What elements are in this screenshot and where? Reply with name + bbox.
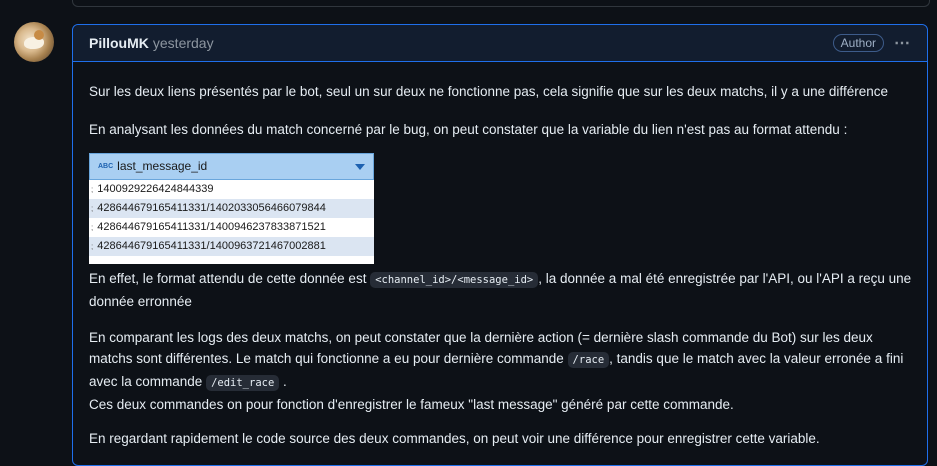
avatar[interactable] [14, 22, 54, 62]
avatar-shape [34, 30, 44, 40]
timestamp[interactable]: yesterday [153, 35, 214, 51]
table-row: ; 428644679165411331/1402033056466079844 [89, 199, 374, 218]
table-row: ; 1400929226424844339 [91, 183, 214, 195]
table-row: ; 428644679165411331/1400946237833871521 [91, 221, 326, 233]
comment-header: PillouMK yesterday Author ⋯ [73, 25, 927, 62]
paragraph: En comparant les logs des deux matchs, o… [89, 330, 904, 412]
paragraph: En effet, le format attendu de cette don… [89, 271, 912, 309]
table-header: ABC last_message_id [89, 153, 374, 180]
column-title: last_message_id [117, 159, 208, 173]
author-name[interactable]: PillouMK [89, 35, 149, 51]
text-type-icon: ABC [98, 163, 114, 170]
dropdown-arrow-icon [355, 164, 365, 170]
paragraph: Sur les deux liens présentés par le bot,… [89, 84, 888, 99]
data-table-screenshot: ABC last_message_id ; 1400929226424844339… [89, 153, 374, 264]
more-options-icon[interactable]: ⋯ [894, 33, 911, 53]
comment-box: PillouMK yesterday Author ⋯ Sur les deux… [72, 24, 928, 466]
author-badge: Author [832, 34, 884, 52]
inline-code: /edit_race [206, 375, 280, 391]
inline-code: <channel_id>/<message_id> [370, 272, 539, 288]
inline-code: /race [567, 352, 610, 368]
table-row: ; 428644679165411331/1400963721467002881 [89, 237, 374, 256]
paragraph: En analysant les données du match concer… [89, 122, 848, 137]
paragraph: En regardant rapidement le code source d… [89, 431, 820, 446]
previous-comment-edge [72, 0, 930, 7]
